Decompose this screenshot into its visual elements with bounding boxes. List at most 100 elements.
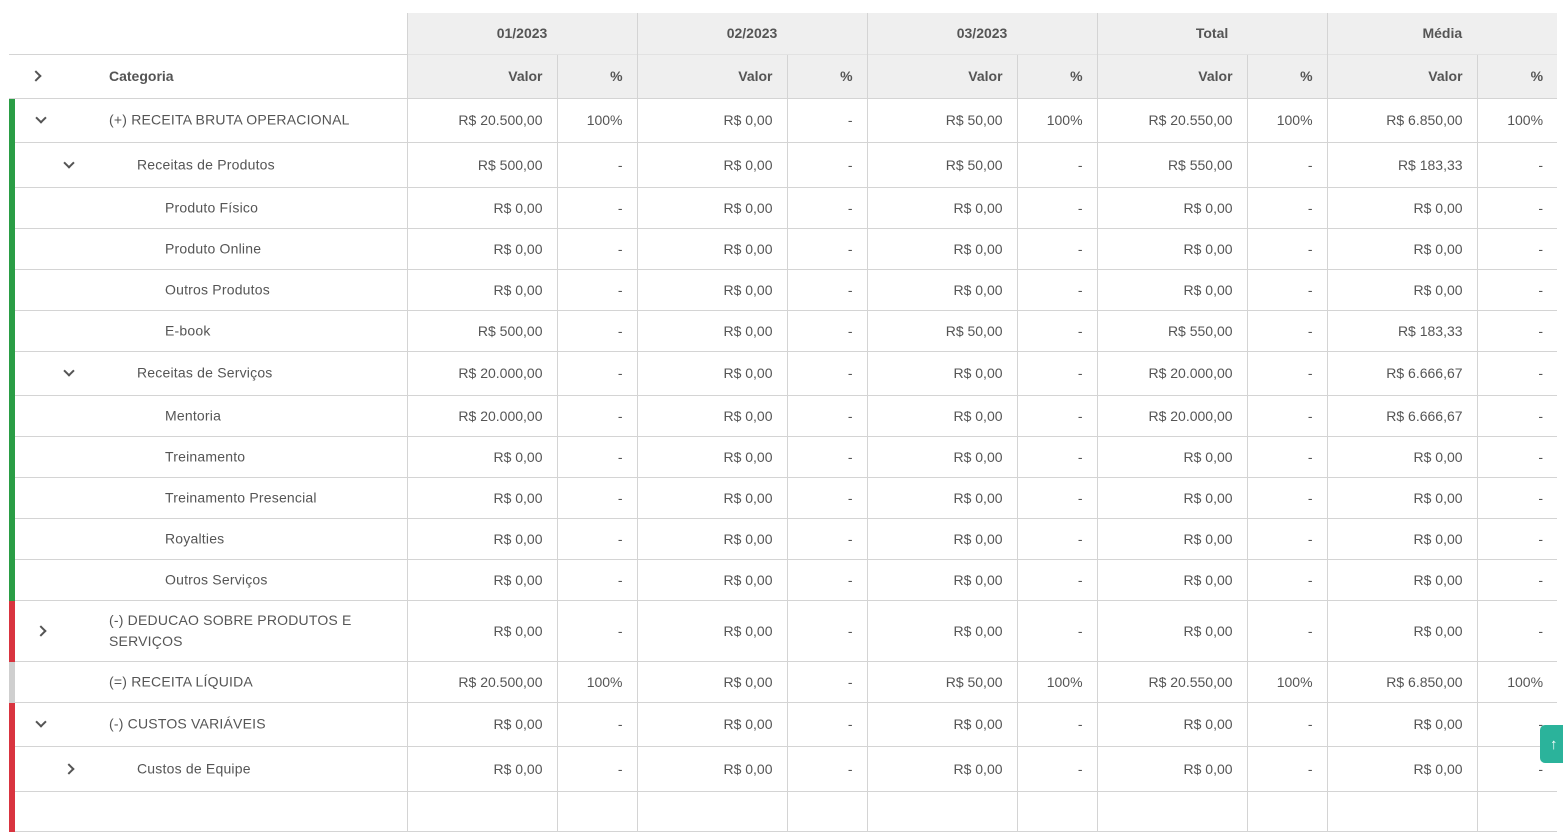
expand-all-icon[interactable]: [30, 69, 42, 82]
percent-cell: -: [1246, 142, 1328, 188]
row-category-label: Royalties: [165, 530, 225, 546]
percent-cell: -: [1246, 702, 1328, 747]
percent-cell: -: [1246, 228, 1328, 270]
percent-cell: -: [556, 269, 638, 311]
category-cell: E-book: [9, 310, 407, 352]
value-cell: R$ 20.550,00: [1096, 661, 1248, 703]
percent-cell: 100%: [1016, 98, 1098, 143]
percent-cell: [786, 791, 868, 832]
percent-cell: -: [1016, 436, 1098, 478]
percent-cell: -: [1246, 269, 1328, 311]
percent-cell: -: [1246, 746, 1328, 792]
category-cell: Produto Online: [9, 228, 407, 270]
category-cell: (-) DEDUCAO SOBRE PRODUTOS E SERVIÇOS: [9, 600, 407, 662]
value-cell: R$ 0,00: [866, 228, 1018, 270]
row-color-indicator: [9, 395, 15, 437]
value-cell: R$ 0,00: [406, 746, 557, 792]
value-cell: R$ 0,00: [1096, 228, 1248, 270]
value-cell: R$ 0,00: [636, 702, 788, 747]
percent-cell: -: [786, 187, 868, 229]
value-cell: R$ 50,00: [866, 661, 1018, 703]
value-cell: R$ 550,00: [1096, 142, 1248, 188]
percent-cell: -: [786, 559, 868, 601]
category-cell: Receitas de Produtos: [9, 142, 407, 188]
value-cell: R$ 0,00: [1096, 559, 1248, 601]
value-cell: R$ 0,00: [866, 746, 1018, 792]
row-category-label: (-) CUSTOS VARIÁVEIS: [109, 715, 266, 732]
percent-cell: -: [786, 269, 868, 311]
percent-cell: 100%: [1246, 661, 1328, 703]
percent-cell: -: [556, 351, 638, 396]
dre-table-container: 01/2023 02/2023 03/2023 Total Média Categori…: [9, 13, 1558, 832]
chevron-down-icon[interactable]: [63, 156, 75, 169]
table-row: Treinamento R$ 0,00- R$ 0,00- R$ 0,00- R$ 0,…: [9, 436, 1558, 478]
value-cell: R$ 0,00: [406, 228, 557, 270]
percent-cell: -: [786, 661, 868, 703]
percent-cell: -: [1476, 559, 1558, 601]
table-row: Produto Online R$ 0,00- R$ 0,00- R$ 0,00- R$…: [9, 228, 1558, 270]
value-cell: R$ 0,00: [636, 187, 788, 229]
chevron-right-icon[interactable]: [63, 762, 75, 775]
period-header: Total: [1096, 13, 1328, 54]
table-row: (=) RECEITA LÍQUIDA R$ 20.500,00 100% R$ 0,…: [9, 661, 1558, 703]
percent-cell: -: [1476, 436, 1558, 478]
scroll-to-top-button[interactable]: ↑: [1540, 725, 1563, 763]
value-cell: R$ 0,00: [406, 269, 557, 311]
value-cell: R$ 0,00: [1096, 702, 1248, 747]
percent-cell: -: [786, 600, 868, 662]
row-category-label: Produto Físico: [165, 199, 259, 215]
percent-column-header: %: [1016, 53, 1098, 99]
percent-cell: -: [556, 310, 638, 352]
row-category-label: Outros Produtos: [165, 281, 270, 297]
value-cell: R$ 20.500,00: [406, 661, 557, 703]
chevron-right-icon[interactable]: [35, 624, 47, 637]
percent-cell: -: [1016, 269, 1098, 311]
percent-cell: -: [1476, 518, 1558, 560]
value-cell: R$ 0,00: [866, 436, 1018, 478]
value-cell: R$ 0,00: [1326, 559, 1478, 601]
value-cell: [406, 791, 557, 832]
value-cell: R$ 0,00: [636, 269, 788, 311]
value-cell: R$ 20.550,00: [1096, 98, 1248, 143]
value-cell: R$ 183,33: [1326, 142, 1478, 188]
row-color-indicator: [9, 228, 15, 270]
value-cell: R$ 0,00: [636, 559, 788, 601]
value-cell: R$ 20.500,00: [406, 98, 557, 143]
percent-cell: [1246, 791, 1328, 832]
value-cell: R$ 0,00: [1096, 477, 1248, 519]
value-column-header: Valor: [1326, 53, 1478, 99]
percent-cell: 100%: [556, 661, 638, 703]
table-row: (-) DEDUCAO SOBRE PRODUTOS E SERVIÇOS R$ …: [9, 600, 1558, 662]
value-cell: R$ 500,00: [406, 142, 557, 188]
table-row: Mentoria R$ 20.000,00- R$ 0,00- R$ 0,00- R$ …: [9, 395, 1558, 437]
chevron-down-icon[interactable]: [63, 365, 75, 377]
value-cell: R$ 20.000,00: [406, 351, 557, 396]
value-cell: R$ 0,00: [866, 518, 1018, 560]
percent-cell: -: [1016, 477, 1098, 519]
category-cell: Royalties: [9, 518, 407, 560]
value-cell: R$ 0,00: [1326, 702, 1478, 747]
category-header: Categoria: [9, 54, 407, 99]
percent-cell: -: [1476, 477, 1558, 519]
row-color-indicator: [9, 477, 15, 519]
chevron-down-icon[interactable]: [35, 716, 47, 728]
value-cell: R$ 0,00: [406, 436, 557, 478]
percent-cell: -: [1016, 559, 1098, 601]
row-category-label: Produto Online: [165, 240, 262, 256]
period-header-row: 01/2023 02/2023 03/2023 Total Média: [9, 13, 1558, 55]
row-color-indicator: [9, 436, 15, 478]
percent-column-header: %: [556, 53, 638, 99]
value-cell: R$ 0,00: [1096, 269, 1248, 311]
value-cell: R$ 0,00: [866, 187, 1018, 229]
percent-cell: -: [1246, 395, 1328, 437]
category-cell: Outros Produtos: [9, 269, 407, 311]
percent-cell: -: [1016, 702, 1098, 747]
value-cell: R$ 6.666,67: [1326, 351, 1478, 396]
chevron-down-icon[interactable]: [35, 112, 47, 124]
value-cell: R$ 0,00: [636, 477, 788, 519]
percent-cell: [1016, 791, 1098, 832]
value-cell: R$ 0,00: [1326, 436, 1478, 478]
value-cell: R$ 0,00: [866, 600, 1018, 662]
percent-column-header: %: [1476, 53, 1558, 99]
value-cell: R$ 0,00: [1096, 187, 1248, 229]
